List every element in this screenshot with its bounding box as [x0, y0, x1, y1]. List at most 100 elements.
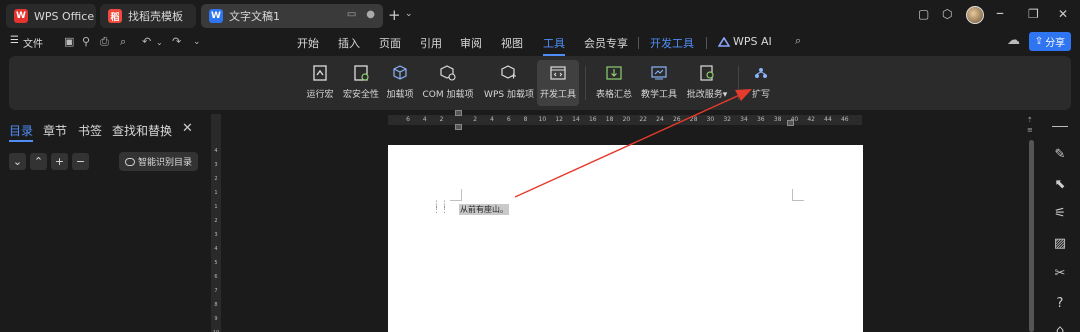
nav-tab-bookmarks[interactable]: 书签 [78, 122, 102, 139]
menu-developer-tools[interactable]: 开发工具 [650, 35, 694, 51]
tab-document[interactable]: W 文字文稿1 ▭ ● [201, 4, 383, 28]
nav-tab-toc[interactable]: 目录 [9, 122, 34, 142]
add-heading-plus-icon[interactable]: + [51, 153, 68, 170]
menu-wps-ai[interactable]: WPS AI [718, 35, 772, 48]
correction-service-button[interactable]: 批改服务▾ [683, 60, 731, 106]
macro-security-label: 宏安全性 [342, 90, 379, 100]
wps-window: W WPS Office 稻 找稻壳模板 W 文字文稿1 ▭ ● + ⌄ ▢ ⬡… [0, 0, 1080, 332]
window-layout-icon[interactable]: ▢ [918, 7, 929, 21]
collapse-sidebar-icon[interactable] [1052, 126, 1068, 127]
left-indent-marker[interactable] [455, 124, 462, 130]
more-tools-icon[interactable]: ⌂ [1052, 322, 1068, 332]
menu-insert[interactable]: 插入 [338, 35, 360, 51]
redo-icon[interactable]: ↷ [172, 35, 181, 48]
restore-icon[interactable]: ❐ [1028, 7, 1039, 21]
tab-dropdown-chevron-icon[interactable]: ⌄ [405, 9, 413, 19]
run-macro-icon [313, 65, 327, 81]
document-paragraph[interactable]: 从前有座山。 [459, 204, 509, 215]
help-icon[interactable]: ? [1052, 295, 1068, 311]
hruler-tick-label: 24 [656, 116, 664, 123]
user-avatar[interactable] [966, 6, 984, 24]
menu-start[interactable]: 开始 [297, 35, 319, 51]
new-tab-plus-icon[interactable]: + [388, 6, 401, 24]
scroll-up-icon[interactable]: ⇡ [1027, 116, 1033, 124]
cloud-sync-icon[interactable]: ☁ [1007, 33, 1020, 48]
tab-bar: W WPS Office 稻 找稻壳模板 W 文字文稿1 ▭ ● + ⌄ ▢ ⬡… [0, 0, 1080, 30]
menu-view[interactable]: 视图 [501, 35, 523, 51]
save-icon[interactable]: ▣ [64, 35, 74, 48]
nav-tab-find-replace[interactable]: 查找和替换 [112, 122, 172, 139]
select-cursor-icon[interactable]: ⬉ [1052, 176, 1068, 192]
tab-docer-templates[interactable]: 稻 找稻壳模板 [100, 4, 196, 28]
image-edit-icon[interactable]: ▨ [1052, 235, 1068, 251]
smart-toc-label: 智能识别目录 [137, 158, 192, 168]
com-addins-label: COM 加载项 [422, 90, 474, 100]
scroll-split-icon[interactable]: ≡ [1027, 126, 1033, 134]
tools-icon[interactable]: ✂ [1052, 265, 1068, 281]
remove-heading-minus-icon[interactable]: − [72, 153, 89, 170]
vruler-tick-label: 5 [214, 260, 218, 266]
collapse-all-chevron-down-icon[interactable]: ⌄ [9, 153, 26, 170]
hruler-tick-label: 44 [824, 116, 832, 123]
nav-tab-sections[interactable]: 章节 [43, 122, 67, 139]
expand-writing-icon [755, 68, 767, 78]
addins-button[interactable]: 加载项 [385, 60, 415, 106]
vruler-tick-label: 9 [214, 316, 218, 322]
expand-writing-label: 扩写 [751, 90, 770, 100]
developer-tools-button[interactable]: 开发工具 [537, 60, 579, 106]
first-line-indent-marker[interactable] [455, 110, 462, 116]
smart-toc-button[interactable]: 智能识别目录 [119, 152, 198, 171]
menu-page[interactable]: 页面 [379, 35, 401, 51]
hruler-tick-label: 14 [572, 116, 580, 123]
vertical-ruler: 432112345678910 [211, 114, 221, 332]
settings-sliders-icon[interactable]: ⚟ [1052, 205, 1068, 221]
format-painter-icon[interactable]: ⚲ [82, 35, 90, 48]
menu-divider [638, 37, 639, 49]
print-icon[interactable]: ⎙ [100, 35, 109, 49]
run-macro-button[interactable]: 运行宏 [305, 60, 335, 106]
hruler-tick-label: 2 [439, 116, 444, 123]
undo-dropdown-icon[interactable]: ⌄ [156, 38, 163, 47]
wps-ai-icon [718, 36, 730, 47]
vruler-tick-label: 2 [214, 176, 218, 182]
hruler-tick-label: 2 [473, 116, 478, 123]
search-icon[interactable]: ⌕ [795, 34, 801, 48]
wps-addins-button[interactable]: WPS 加载项 [481, 60, 537, 106]
vertical-scrollbar[interactable] [1029, 140, 1034, 332]
more-quick-access-icon[interactable]: ⌄ [193, 37, 201, 47]
paragraph-drag-handle-icon[interactable]: ⋮⋮ ⋮⋮ [432, 201, 449, 215]
print-preview-icon[interactable]: ⌕ [120, 35, 126, 49]
nav-close-icon[interactable]: ✕ [182, 121, 193, 136]
table-summary-button[interactable]: 表格汇总 [593, 60, 635, 106]
file-menu[interactable]: ☰ 文件 [10, 35, 43, 50]
horizontal-ruler[interactable]: 6 4 2 2 4 6 8 10 12 14 16 18 20 22 24 26 28 30 32 34 36 38 40 4… [388, 110, 862, 130]
vruler-tick-label: 3 [214, 162, 218, 168]
menu-bar: ☰ 文件 ▣ ⚲ ⎙ ⌕ ↶ ⌄ ↷ ⌄ 开始 插入 页面 引用 审阅 视图 工… [0, 30, 1080, 56]
hruler-tick-label: 6 [406, 116, 410, 123]
share-button[interactable]: ⇪ 分享 [1029, 32, 1071, 51]
expand-writing-button[interactable]: 扩写 [747, 60, 775, 106]
macro-security-button[interactable]: 宏安全性 [340, 60, 382, 106]
menu-review[interactable]: 审阅 [460, 35, 482, 51]
hruler-tick-label: 32 [723, 116, 732, 123]
pen-icon[interactable]: ✎ [1052, 146, 1068, 162]
com-addins-button[interactable]: COM 加载项 [420, 60, 476, 106]
undo-icon[interactable]: ↶ [142, 35, 151, 48]
cube-icon[interactable]: ⬡ [942, 7, 952, 21]
close-window-icon[interactable]: ✕ [1058, 7, 1068, 21]
expand-chevron-up-icon[interactable]: ⌃ [30, 153, 47, 170]
vruler-tick-label: 7 [214, 288, 218, 294]
vruler-tick-label: 2 [214, 218, 218, 224]
document-page[interactable] [388, 145, 863, 332]
teaching-tools-button[interactable]: 教学工具 [638, 60, 680, 106]
menu-member[interactable]: 会员专享 [584, 35, 628, 51]
hruler-tick-label: 26 [672, 116, 681, 123]
menu-reference[interactable]: 引用 [420, 35, 442, 51]
tab-close-icon[interactable]: ● [366, 9, 375, 20]
run-macro-label: 运行宏 [306, 90, 334, 100]
tab-wps-office[interactable]: W WPS Office [6, 4, 96, 28]
teaching-tools-label: 教学工具 [640, 90, 677, 100]
tab-window-icon[interactable]: ▭ [347, 9, 356, 20]
menu-tools[interactable]: 工具 [543, 35, 565, 56]
minimize-icon[interactable]: – [996, 3, 1004, 22]
